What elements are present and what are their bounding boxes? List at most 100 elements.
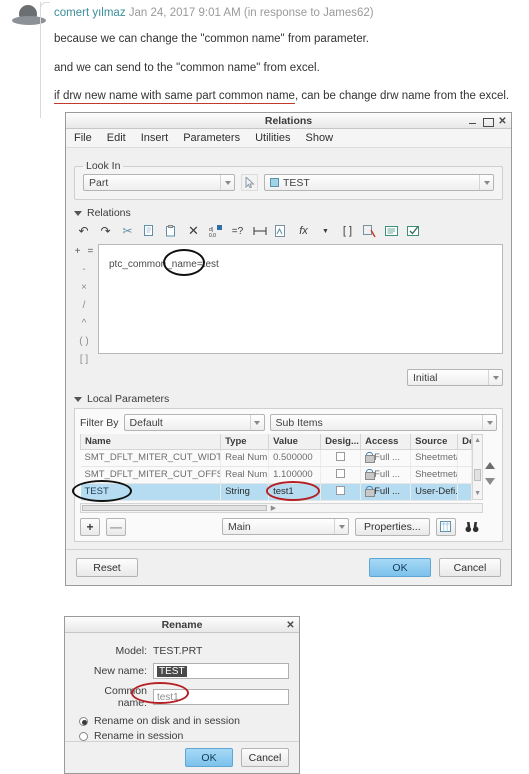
radio-icon[interactable] (79, 716, 88, 726)
arrow-up-icon[interactable] (485, 461, 495, 469)
operator-brackets[interactable]: [ ] (80, 354, 88, 365)
menu-utilities[interactable]: Utilities (255, 132, 290, 144)
post-date: Jan 24, 2017 9:01 AM (in response to Jam… (128, 7, 374, 19)
checkbox-icon[interactable] (336, 485, 346, 495)
new-name-field[interactable]: TEST (153, 663, 289, 679)
delete-icon[interactable]: ✕ (186, 223, 201, 239)
operator-palette: + = - × / ^ ( ) [ ] (74, 244, 94, 365)
properties-button[interactable]: Properties... (355, 517, 430, 536)
post-author[interactable]: comert yılmaz (54, 7, 126, 19)
parameter-scope-combo[interactable]: Main (222, 518, 349, 535)
rename-dialog: Rename ✕ Model: TEST.PRT New name: TEST … (64, 616, 300, 774)
maximize-icon[interactable] (483, 117, 494, 127)
copy-icon[interactable] (142, 224, 157, 239)
insert-from-file-icon[interactable] (274, 224, 289, 239)
rename-cancel-button[interactable]: Cancel (241, 748, 289, 767)
ok-button[interactable]: OK (369, 558, 431, 577)
cut-icon[interactable]: ✂ (120, 224, 135, 239)
scroll-up-icon[interactable]: ▲ (473, 435, 482, 446)
operator-multiply[interactable]: × (81, 282, 87, 293)
post-body-line-2: and we can send to the "common name" fro… (54, 62, 320, 74)
rename-option-disk-and-session[interactable]: Rename on disk and in session (79, 715, 289, 727)
function-icon[interactable]: fx (296, 224, 311, 239)
operator-power[interactable]: ^ (82, 318, 87, 329)
operator-plus[interactable]: + (75, 246, 81, 257)
menu-edit[interactable]: Edit (107, 132, 126, 144)
table-row[interactable]: TEST String test1 Full ... User-Defi... (80, 483, 473, 501)
display-icon[interactable] (384, 224, 399, 239)
row-2-name: TEST (80, 483, 222, 501)
parameters-vertical-scrollbar[interactable]: ▲ ▼ (472, 434, 483, 500)
sort-icon[interactable]: d| 0.0 (208, 224, 223, 239)
horizontal-scroll-thumb[interactable] (82, 504, 267, 511)
look-in-model-combo[interactable]: TEST (264, 174, 494, 191)
column-source[interactable]: Source (410, 434, 459, 450)
undo-icon[interactable]: ↶ (76, 224, 91, 239)
table-row[interactable]: SMT_DFLT_MITER_CUT_WIDTH Real Num... 0.5… (80, 449, 473, 467)
row-0-access-text: Full ... (374, 452, 400, 463)
paste-icon[interactable] (164, 224, 179, 239)
relations-section-header[interactable]: Relations (74, 207, 503, 219)
row-0-designate[interactable] (320, 449, 362, 467)
operator-divide[interactable]: / (83, 300, 86, 311)
parameters-horizontal-scrollbar[interactable]: ▶ (80, 502, 483, 513)
column-designate[interactable]: Desig... (320, 434, 362, 450)
operator-parens[interactable]: ( ) (79, 336, 88, 347)
cancel-button[interactable]: Cancel (439, 558, 501, 577)
checkbox-icon[interactable] (336, 468, 346, 478)
menu-show[interactable]: Show (306, 132, 334, 144)
vertical-scroll-thumb[interactable] (474, 469, 482, 481)
operator-equals[interactable]: = (88, 246, 94, 257)
relations-text-editor[interactable]: ptc_common_name=test (98, 244, 503, 354)
checkbox-icon[interactable] (336, 451, 346, 461)
pointer-icon[interactable] (241, 174, 258, 191)
minimize-icon[interactable] (468, 117, 477, 126)
row-2-designate[interactable] (320, 483, 362, 501)
table-icon[interactable] (435, 517, 456, 536)
local-parameters-section-header[interactable]: Local Parameters (74, 393, 503, 405)
sub-items-combo[interactable]: Sub Items (269, 414, 497, 431)
row-1-designate[interactable] (320, 466, 362, 484)
table-row[interactable]: SMT_DFLT_MITER_CUT_OFFSET Real Num... 1.… (80, 466, 473, 484)
comment-icon[interactable] (362, 224, 377, 239)
dimension-icon[interactable] (252, 224, 267, 239)
common-name-field[interactable]: test1 (153, 689, 289, 705)
chevron-down-icon (334, 519, 348, 534)
arrow-down-icon[interactable] (485, 477, 495, 485)
close-icon[interactable]: ✕ (286, 620, 295, 630)
menu-insert[interactable]: Insert (141, 132, 169, 144)
parentheses-icon[interactable]: [ ] (340, 224, 355, 239)
sub-items-label: Sub Items (275, 416, 323, 429)
row-1-value[interactable]: 1.100000 (268, 466, 322, 484)
scroll-right-icon[interactable]: ▶ (269, 504, 278, 512)
filter-by-combo[interactable]: Default (123, 414, 265, 431)
redo-icon[interactable]: ↷ (98, 224, 113, 239)
rename-new-name-row: New name: TEST (75, 663, 289, 679)
rename-title-text: Rename (161, 619, 203, 631)
relations-mode-combo[interactable]: Initial (407, 369, 503, 386)
radio-icon[interactable] (79, 731, 88, 741)
column-access[interactable]: Access (360, 434, 412, 450)
reset-button[interactable]: Reset (76, 558, 138, 577)
binoculars-icon[interactable] (462, 518, 482, 536)
column-type[interactable]: Type (220, 434, 270, 450)
scroll-down-icon[interactable]: ▼ (473, 488, 482, 499)
menu-parameters[interactable]: Parameters (183, 132, 240, 144)
rename-ok-button[interactable]: OK (185, 748, 233, 767)
row-0-value[interactable]: 0.500000 (268, 449, 322, 467)
relations-dialog: Relations ✕ File Edit Insert Parameters … (65, 112, 512, 586)
chevron-down-icon[interactable]: ▼ (318, 224, 333, 239)
column-name[interactable]: Name (79, 434, 222, 450)
row-2-value[interactable]: test1 (268, 483, 322, 501)
verify-icon[interactable]: =? (230, 224, 245, 239)
column-value[interactable]: Value (268, 434, 322, 450)
add-parameter-button[interactable]: + (80, 517, 100, 536)
check-icon[interactable] (406, 224, 421, 239)
column-description[interactable]: De (457, 434, 473, 450)
close-icon[interactable]: ✕ (498, 116, 507, 126)
remove-parameter-button[interactable]: — (106, 517, 126, 536)
look-in-scope-combo[interactable]: Part (83, 174, 235, 191)
operator-minus[interactable]: - (82, 264, 85, 275)
chevron-down-icon (479, 175, 493, 190)
menu-file[interactable]: File (74, 132, 92, 144)
